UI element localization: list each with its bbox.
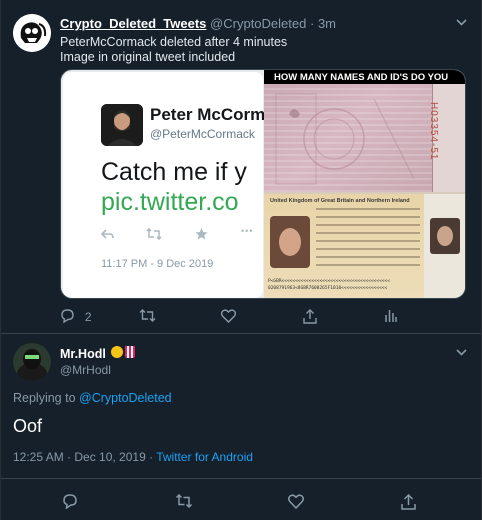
reply-tweet[interactable]: Mr.Hodl @MrHodl Replying to @CryptoDelet… bbox=[1, 335, 481, 520]
passport-page-side: H03354-51 bbox=[428, 84, 465, 192]
star-icon bbox=[195, 228, 208, 243]
tweet-action-bar bbox=[1, 478, 481, 520]
tweet-source[interactable]: Twitter for Android bbox=[156, 450, 253, 464]
heart-icon bbox=[220, 309, 237, 323]
avatar[interactable] bbox=[13, 14, 51, 52]
card-tweet-text: Catch me if y bbox=[101, 158, 247, 186]
passport-portrait bbox=[270, 216, 310, 268]
retweet-button[interactable] bbox=[139, 309, 156, 325]
id-portrait bbox=[430, 218, 460, 254]
skull-logo-icon bbox=[13, 14, 51, 52]
timestamp[interactable]: 3m bbox=[318, 16, 336, 31]
card-handle: @PeterMcCormack bbox=[150, 127, 255, 141]
passport-fields bbox=[316, 208, 420, 272]
tweet-header: Crypto_Deleted_Tweets @CryptoDeleted · 3… bbox=[60, 16, 336, 31]
tweet-metadata: 12:25 AM · Dec 10, 2019 · Twitter for An… bbox=[13, 450, 253, 464]
name-emoji bbox=[111, 345, 135, 359]
analytics-button[interactable] bbox=[385, 309, 397, 325]
retweet-icon bbox=[175, 493, 193, 509]
coin-emoji-icon bbox=[111, 346, 123, 358]
tweet-text-line: PeterMcCormack deleted after 4 minutes bbox=[60, 35, 288, 49]
display-name[interactable]: Mr.Hodl bbox=[60, 347, 106, 361]
replying-to-label: Replying to bbox=[13, 391, 80, 405]
tweet-media[interactable]: Peter McCorm @PeterMcCormack Catch me if… bbox=[60, 69, 466, 299]
reply-icon bbox=[100, 228, 114, 243]
tweet-screenshot-card: Peter McCorm @PeterMcCormack Catch me if… bbox=[63, 72, 266, 298]
handle[interactable]: @CryptoDeleted bbox=[210, 16, 306, 31]
card-date: 11:17 PM - 9 Dec 2019 bbox=[101, 258, 214, 270]
card-tweet-link: pic.twitter.co bbox=[101, 188, 239, 216]
chevron-down-icon[interactable] bbox=[456, 348, 467, 359]
heart-icon bbox=[288, 494, 304, 510]
card-avatar bbox=[101, 104, 143, 146]
analytics-icon bbox=[385, 310, 397, 322]
reply-icon bbox=[61, 309, 74, 324]
popcorn-emoji-icon bbox=[125, 346, 135, 358]
card-actions: ••• bbox=[100, 226, 271, 244]
reply-icon bbox=[63, 494, 77, 510]
reply-button[interactable]: 2 bbox=[60, 309, 92, 326]
share-button[interactable] bbox=[401, 493, 416, 514]
avatar[interactable] bbox=[13, 343, 51, 381]
chevron-down-icon[interactable] bbox=[456, 18, 467, 29]
share-button[interactable] bbox=[303, 309, 317, 327]
like-button[interactable] bbox=[220, 309, 237, 326]
separator: · bbox=[309, 16, 315, 31]
passport-serial: H03354-51 bbox=[428, 102, 439, 161]
share-icon bbox=[303, 309, 317, 324]
share-icon bbox=[401, 493, 416, 510]
tweet-timestamp[interactable]: 12:25 AM · Dec 10, 2019 · bbox=[13, 450, 156, 464]
photo-caption: HOW MANY NAMES AND ID'S DO YOU bbox=[264, 70, 465, 84]
tweet-deleted-repost[interactable]: Crypto_Deleted_Tweets @CryptoDeleted · 3… bbox=[1, 0, 481, 334]
retweet-icon bbox=[146, 227, 162, 243]
tweet-text: Oof bbox=[13, 416, 43, 436]
tweet-text-line: Image in original tweet included bbox=[60, 50, 236, 64]
reply-button[interactable] bbox=[62, 494, 78, 513]
replying-to-link[interactable]: @CryptoDeleted bbox=[79, 391, 172, 405]
passport-photo: HOW MANY NAMES AND ID'S DO YOU H03354-51 bbox=[264, 70, 465, 298]
timeline: Crypto_Deleted_Tweets @CryptoDeleted · 3… bbox=[0, 0, 482, 520]
replying-to: Replying to @CryptoDeleted bbox=[13, 391, 172, 405]
card-display-name: Peter McCorm bbox=[150, 105, 266, 124]
display-name[interactable]: Crypto_Deleted_Tweets bbox=[60, 16, 206, 31]
passport-mrz: P<GBR<<<<<<<<<<<<<<<<<<<<<<<<<<<<<<<<<<<… bbox=[268, 279, 390, 291]
passport-title: United Kingdom of Great Britain and Nort… bbox=[270, 198, 410, 204]
passport-data-page: United Kingdom of Great Britain and Nort… bbox=[264, 194, 424, 298]
like-button[interactable] bbox=[288, 494, 304, 513]
passport-id-card bbox=[424, 194, 465, 298]
more-icon: ••• bbox=[241, 226, 254, 236]
tweet-action-bar: 2 bbox=[60, 309, 470, 331]
retweet-icon bbox=[139, 309, 156, 322]
retweet-button[interactable] bbox=[175, 493, 193, 512]
reply-count: 2 bbox=[84, 310, 92, 324]
handle[interactable]: @MrHodl bbox=[60, 363, 111, 377]
